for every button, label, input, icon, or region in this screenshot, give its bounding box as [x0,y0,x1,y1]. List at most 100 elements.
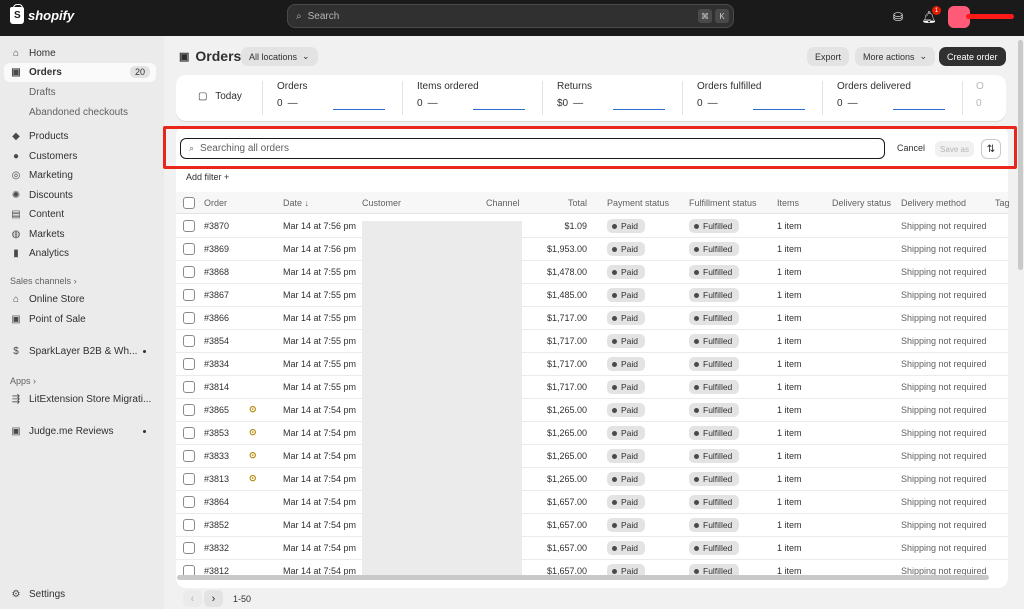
table-row[interactable]: #3866 Mar 14 at 7:55 pm $1,717.00 Paid Fulfi… [176,307,1008,330]
row-checkbox[interactable] [183,312,195,324]
order-number[interactable]: #3854 [204,336,229,346]
column-header-date[interactable]: Date ↓ [283,198,309,208]
column-header-customer[interactable]: Customer [362,198,401,208]
order-number[interactable]: #3834 [204,359,229,369]
sidebar-item-orders[interactable]: ▣ Orders 20 [4,63,156,82]
sidebar-item-markets[interactable]: ◍ Markets [4,225,156,244]
order-number[interactable]: #3864 [204,497,229,507]
save-as-button[interactable]: Save as [935,141,974,157]
sidebar-item-sparklayer[interactable]: $ SparkLayer B2B & Wh... [4,342,156,361]
table-row[interactable]: #3834 Mar 14 at 7:55 pm $1,717.00 Paid Fulfi… [176,353,1008,376]
select-all-checkbox[interactable] [183,197,195,209]
table-row[interactable]: #3854 Mar 14 at 7:55 pm $1,717.00 Paid Fulfi… [176,330,1008,353]
export-button[interactable]: Export [807,47,850,66]
table-row[interactable]: #3867 Mar 14 at 7:55 pm $1,485.00 Paid Fulfi… [176,284,1008,307]
column-header-order[interactable]: Order [204,198,227,208]
previous-page-button[interactable]: ‹ [183,590,202,607]
table-row[interactable]: #3852 Mar 14 at 7:54 pm $1,657.00 Paid Fulfi… [176,514,1008,537]
sidebar-item-settings[interactable]: ⚙ Settings [4,585,156,604]
order-number[interactable]: #3870 [204,221,229,231]
row-checkbox[interactable] [183,243,195,255]
global-search-input[interactable]: ⌕ Search ⌘ K [287,4,734,28]
stat-cut-off[interactable]: O 0 [976,81,984,115]
next-page-button[interactable]: › [204,590,223,607]
column-header-channel[interactable]: Channel [486,198,520,208]
location-filter-button[interactable]: All locations ⌄ [241,47,318,66]
sidebar-item-point-of-sale[interactable]: ▣ Point of Sale [4,310,156,329]
sidebar-item-litextension[interactable]: ⇶ LitExtension Store Migrati... [4,390,156,409]
row-checkbox[interactable] [183,496,195,508]
order-number[interactable]: #3814 [204,382,229,392]
vertical-scrollbar[interactable] [1018,40,1023,270]
date-range-button[interactable]: ▢ Today [198,91,242,121]
stat-orders-delivered[interactable]: Orders delivered 0 — [837,81,945,115]
column-header-payment-status[interactable]: Payment status [607,198,669,208]
sidebar-item-content[interactable]: ▤ Content [4,205,156,224]
table-row[interactable]: #3865 ⊙ Mar 14 at 7:54 pm $1,265.00 Paid Fulf… [176,399,1008,422]
sidebar-item-home[interactable]: ⌂ Home [4,44,156,63]
apps-heading[interactable]: Apps › [10,376,36,386]
column-header-delivery-status[interactable]: Delivery status [832,198,891,208]
cancel-button[interactable]: Cancel [897,143,925,153]
sidebar-item-analytics[interactable]: ▮ Analytics [4,244,156,263]
row-checkbox[interactable] [183,266,195,278]
order-number[interactable]: #3812 [204,566,229,575]
table-row[interactable]: #3870 Mar 14 at 7:56 pm $1.09 Paid Fulfilled… [176,215,1008,238]
order-number[interactable]: #3813 [204,474,229,484]
row-checkbox[interactable] [183,565,195,575]
more-actions-button[interactable]: More actions ⌄ [855,47,936,66]
row-checkbox[interactable] [183,404,195,416]
table-row[interactable]: #3812 Mar 14 at 7:54 pm $1,657.00 Paid Fulfi… [176,560,1008,575]
sidebar-item-abandoned-checkouts[interactable]: Abandoned checkouts [29,107,128,118]
shopify-logo[interactable]: S shopify [10,4,74,24]
row-checkbox[interactable] [183,381,195,393]
table-row[interactable]: #3869 Mar 14 at 7:56 pm $1,953.00 Paid Fulfi… [176,238,1008,261]
table-row[interactable]: #3853 ⊙ Mar 14 at 7:54 pm $1,265.00 Paid Fulf… [176,422,1008,445]
row-checkbox[interactable] [183,335,195,347]
row-checkbox[interactable] [183,289,195,301]
column-header-fulfillment-status[interactable]: Fulfillment status [689,198,757,208]
sidebar-item-marketing[interactable]: ◎ Marketing [4,166,156,185]
store-switch-icon[interactable]: ⛁ [890,9,906,25]
column-header-total[interactable]: Total [568,198,587,208]
sidebar-item-online-store[interactable]: ⌂ Online Store [4,290,156,309]
table-row[interactable]: #3864 Mar 14 at 7:54 pm $1,657.00 Paid Fulfi… [176,491,1008,514]
sidebar-item-products[interactable]: ◆ Products [4,127,156,146]
table-row[interactable]: #3832 Mar 14 at 7:54 pm $1,657.00 Paid Fulfi… [176,537,1008,560]
sales-channels-heading[interactable]: Sales channels › [10,276,77,286]
sidebar-item-discounts[interactable]: ✺ Discounts [4,186,156,205]
stat-orders[interactable]: Orders 0 — [277,81,385,115]
row-checkbox[interactable] [183,358,195,370]
table-row[interactable]: #3833 ⊙ Mar 14 at 7:54 pm $1,265.00 Paid Fulf… [176,445,1008,468]
row-checkbox[interactable] [183,473,195,485]
orders-search-input[interactable]: ⌕ Searching all orders [180,138,885,159]
sidebar-item-customers[interactable]: ● Customers [4,147,156,166]
column-header-tags[interactable]: Tag [995,198,1010,208]
horizontal-scrollbar[interactable] [177,575,989,580]
table-row[interactable]: #3868 Mar 14 at 7:55 pm $1,478.00 Paid Fulfi… [176,261,1008,284]
row-checkbox[interactable] [183,542,195,554]
order-number[interactable]: #3832 [204,543,229,553]
order-number[interactable]: #3853 [204,428,229,438]
order-number[interactable]: #3852 [204,520,229,530]
create-order-button[interactable]: Create order [939,47,1006,66]
sort-icon[interactable]: ⇅ [981,139,1001,159]
table-row[interactable]: #3813 ⊙ Mar 14 at 7:54 pm $1,265.00 Paid Fulf… [176,468,1008,491]
order-number[interactable]: #3867 [204,290,229,300]
table-row[interactable]: #3814 Mar 14 at 7:55 pm $1,717.00 Paid Fulfi… [176,376,1008,399]
column-header-delivery-method[interactable]: Delivery method [901,198,966,208]
stat-returns[interactable]: Returns $0 — [557,81,665,115]
add-filter-button[interactable]: Add filter + [186,172,229,182]
stat-orders-fulfilled[interactable]: Orders fulfilled 0 — [697,81,805,115]
order-number[interactable]: #3866 [204,313,229,323]
order-number[interactable]: #3868 [204,267,229,277]
bell-icon[interactable]: 🔔︎ 1 [921,6,941,25]
sidebar-item-drafts[interactable]: Drafts [29,87,56,98]
order-number[interactable]: #3869 [204,244,229,254]
order-number[interactable]: #3833 [204,451,229,461]
row-checkbox[interactable] [183,427,195,439]
row-checkbox[interactable] [183,450,195,462]
row-checkbox[interactable] [183,519,195,531]
order-number[interactable]: #3865 [204,405,229,415]
sidebar-item-judgeme[interactable]: ▣ Judge.me Reviews [4,422,156,441]
